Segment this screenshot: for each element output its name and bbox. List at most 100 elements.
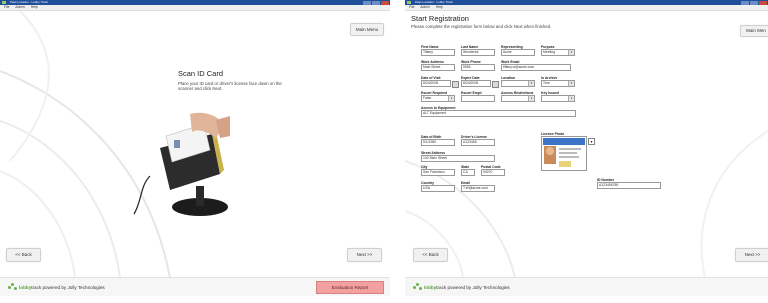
menu-admin[interactable]: Admin xyxy=(420,5,430,9)
key-issued-select[interactable] xyxy=(541,95,575,102)
title-bar: Pass Location - Lobby Track xyxy=(0,0,390,5)
field-postal-code: Postal Code 94070 xyxy=(481,165,505,176)
representing-input[interactable]: Acme xyxy=(501,49,535,56)
postal-code-input[interactable]: 94070 xyxy=(481,169,505,176)
page-title: Scan ID Card xyxy=(178,69,224,78)
menu-file[interactable]: File xyxy=(4,5,9,9)
brand-tagline: track powered by Jolly Technologies xyxy=(31,284,105,290)
work-email-input[interactable]: tiffany.w@acme.com xyxy=(501,64,571,71)
street-address-input[interactable]: 100 Main Street xyxy=(421,155,495,162)
field-last-name: Last Name Wonderful xyxy=(461,45,495,56)
brand-tagline: track powered by Jolly Technologies xyxy=(436,284,510,290)
evaluation-report-button[interactable]: Evaluation Report xyxy=(316,281,384,294)
field-street-address: Street Address 100 Main Street xyxy=(421,151,495,162)
field-location: Location xyxy=(501,76,535,87)
minimize-icon[interactable] xyxy=(741,0,749,5)
main-panel: Start Registration Please complete the r… xyxy=(405,11,768,278)
brand-name: lobby xyxy=(424,284,437,290)
minimize-icon[interactable] xyxy=(363,0,371,5)
close-icon[interactable] xyxy=(759,0,767,5)
main-menu-button[interactable]: Main Menu xyxy=(350,23,384,36)
purpose-select[interactable]: Meeting xyxy=(541,49,575,56)
field-access-restrictions: Access Restrictions xyxy=(501,91,535,102)
scan-id-window: Pass Location - Lobby Track File Admin H… xyxy=(0,0,390,296)
country-input[interactable]: USA xyxy=(421,185,455,192)
app-icon xyxy=(407,1,411,4)
license-photo-panel: License Photo ▾ xyxy=(541,132,595,177)
menu-admin[interactable]: Admin xyxy=(15,5,25,9)
logo-mark-icon xyxy=(8,283,17,291)
next-button[interactable]: Next >> xyxy=(347,248,382,262)
date-of-visit-input[interactable]: 8/24/2008 xyxy=(421,80,451,87)
registration-form: First Name Tiffany Last Name Wonderful R… xyxy=(421,45,691,250)
city-input[interactable]: San Francisco xyxy=(421,169,455,176)
first-name-input[interactable]: Tiffany xyxy=(421,49,455,56)
expire-date-input[interactable]: 8/24/2008 xyxy=(461,80,491,87)
maximize-icon[interactable] xyxy=(372,0,380,5)
state-input[interactable]: CA xyxy=(461,169,475,176)
menu-help[interactable]: Help xyxy=(436,5,443,9)
location-select[interactable] xyxy=(501,80,535,87)
work-phone-input[interactable]: 5555 xyxy=(461,64,495,71)
id-scanner-icon xyxy=(133,112,230,216)
field-escort-required: Escort Required False xyxy=(421,91,455,102)
field-first-name: First Name Tiffany xyxy=(421,45,455,56)
app-icon xyxy=(2,1,6,4)
escort-emp-input[interactable] xyxy=(461,95,495,102)
field-state: State CA xyxy=(461,165,475,176)
license-card-image xyxy=(541,136,587,171)
access-to-equipment-input[interactable]: ALT Equipment xyxy=(421,110,576,117)
menu-help[interactable]: Help xyxy=(31,5,38,9)
back-button[interactable]: << Back xyxy=(413,248,448,262)
field-work-phone: Work Phone 5555 xyxy=(461,60,495,71)
window-title: Pass Location - Lobby Track xyxy=(10,0,48,4)
last-name-input[interactable]: Wonderful xyxy=(461,49,495,56)
back-button[interactable]: << Back xyxy=(6,248,41,262)
lobby-track-logo: lobby track powered by Jolly Technologie… xyxy=(8,283,105,291)
field-date-of-visit: Date of Visit 8/24/2008 xyxy=(421,76,459,88)
access-restrictions-select[interactable] xyxy=(501,95,535,102)
field-expire-date: Expire Date 8/24/2008 xyxy=(461,76,499,88)
next-button[interactable]: Next >> xyxy=(735,248,768,262)
brand-name: lobby xyxy=(19,284,32,290)
page-title: Start Registration xyxy=(411,14,469,23)
field-purpose: Purpose Meeting xyxy=(541,45,575,56)
window-title: Pass Location - Lobby Track xyxy=(415,0,453,4)
in-archive-select[interactable]: True xyxy=(541,80,575,87)
email-input[interactable]: T.W@acme.com xyxy=(461,185,495,192)
maximize-icon[interactable] xyxy=(750,0,758,5)
field-email: Email T.W@acme.com xyxy=(461,181,495,192)
footer: lobby track powered by Jolly Technologie… xyxy=(405,277,768,296)
logo-mark-icon xyxy=(413,283,422,291)
driver-license-input[interactable]: A123456 xyxy=(461,139,495,146)
field-escort-emp: Escort Emp# xyxy=(461,91,495,102)
registration-window: Pass Location - Lobby Track File Admin H… xyxy=(405,0,768,296)
calendar-icon[interactable] xyxy=(452,81,459,88)
field-country: Country USA xyxy=(421,181,455,192)
instruction-text: Place your ID card or driver's license f… xyxy=(178,81,282,91)
instruction-text: Please complete the registration form be… xyxy=(411,24,552,29)
field-work-email: Work Email tiffany.w@acme.com xyxy=(501,60,571,71)
menu-file[interactable]: File xyxy=(409,5,414,9)
close-icon[interactable] xyxy=(381,0,389,5)
main-menu-button[interactable]: Main Men xyxy=(740,25,768,37)
lobby-track-logo: lobby track powered by Jolly Technologie… xyxy=(413,283,510,291)
field-city: City San Francisco xyxy=(421,165,455,176)
title-bar: Pass Location - Lobby Track xyxy=(405,0,768,5)
field-driver-license: Driver's License A123456 xyxy=(461,135,495,146)
field-date-of-birth: Date of Birth 5/1/1980 xyxy=(421,135,455,146)
field-access-to-equipment: Access to Equipment ALT Equipment xyxy=(421,106,576,117)
id-number-input[interactable]: A123456789 xyxy=(597,182,661,189)
field-in-archive: In Archive True xyxy=(541,76,575,87)
field-id-number: ID Number A123456789 xyxy=(597,178,661,189)
chevron-down-icon[interactable]: ▾ xyxy=(588,138,595,145)
main-panel: Main Menu Scan ID Card Place your ID car… xyxy=(0,11,390,278)
escort-required-select[interactable]: False xyxy=(421,95,455,102)
field-key-issued: Key Issued xyxy=(541,91,575,102)
calendar-icon[interactable] xyxy=(492,81,499,88)
footer: lobby track powered by Jolly Technologie… xyxy=(0,277,390,296)
field-representing: Representing Acme xyxy=(501,45,535,56)
date-of-birth-input[interactable]: 5/1/1980 xyxy=(421,139,455,146)
field-work-address: Work Address Main Street xyxy=(421,60,455,71)
work-address-input[interactable]: Main Street xyxy=(421,64,455,71)
